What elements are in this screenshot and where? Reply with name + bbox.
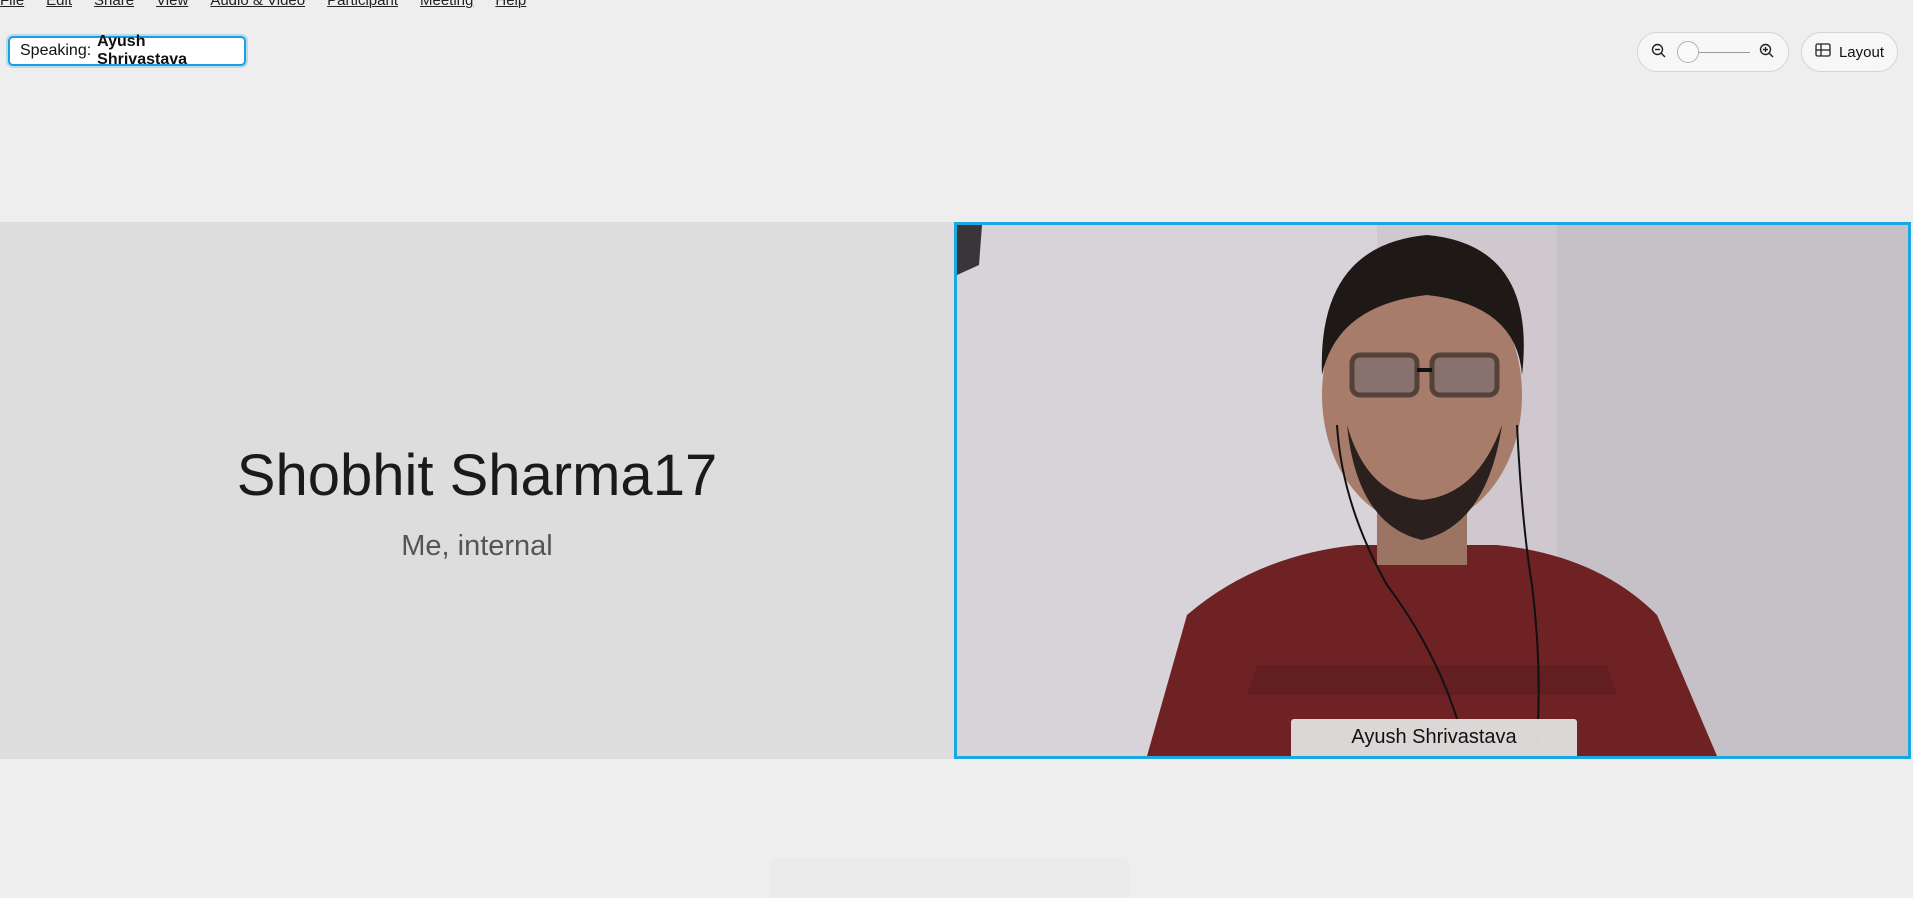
self-participant-name: Shobhit Sharma17 bbox=[236, 443, 718, 508]
self-participant-subtitle: Me, internal bbox=[401, 530, 553, 562]
grid-icon bbox=[1815, 43, 1831, 61]
menu-participant[interactable]: Participant bbox=[327, 0, 398, 9]
speaking-label: Speaking: bbox=[20, 42, 92, 59]
layout-label: Layout bbox=[1838, 43, 1885, 61]
zoom-in-icon[interactable] bbox=[1758, 42, 1776, 65]
speaking-name: Ayush Shrivastava bbox=[97, 33, 188, 68]
layout-button[interactable]: Layout bbox=[1801, 32, 1898, 72]
menu-audio-video[interactable]: Audio & Video bbox=[210, 0, 305, 9]
speaking-indicator[interactable]: Speaking: Ayush Shrivastava bbox=[8, 33, 246, 68]
zoom-control bbox=[1637, 32, 1789, 72]
self-participant-tile[interactable]: Shobhit Sharma17 Me, internal bbox=[0, 222, 954, 759]
zoom-out-icon[interactable] bbox=[1650, 42, 1668, 65]
menu-meeting[interactable]: Meeting bbox=[420, 0, 473, 9]
participant-name-tag: Ayush Shrivastava bbox=[1291, 719, 1577, 756]
menu-view[interactable]: View bbox=[156, 0, 188, 9]
menu-share[interactable]: Share bbox=[94, 0, 134, 9]
meeting-controls-placeholder bbox=[770, 858, 1130, 898]
menu-file[interactable]: File bbox=[0, 0, 24, 9]
menu-bar: File Edit Share View Audio & Video Parti… bbox=[0, 0, 526, 9]
participant-video-tile[interactable]: Ayush Shrivastava bbox=[954, 222, 1911, 759]
participant-video-feed bbox=[957, 225, 1908, 756]
menu-edit[interactable]: Edit bbox=[46, 0, 72, 9]
menu-help[interactable]: Help bbox=[495, 0, 526, 9]
zoom-slider-thumb[interactable] bbox=[1677, 41, 1699, 63]
